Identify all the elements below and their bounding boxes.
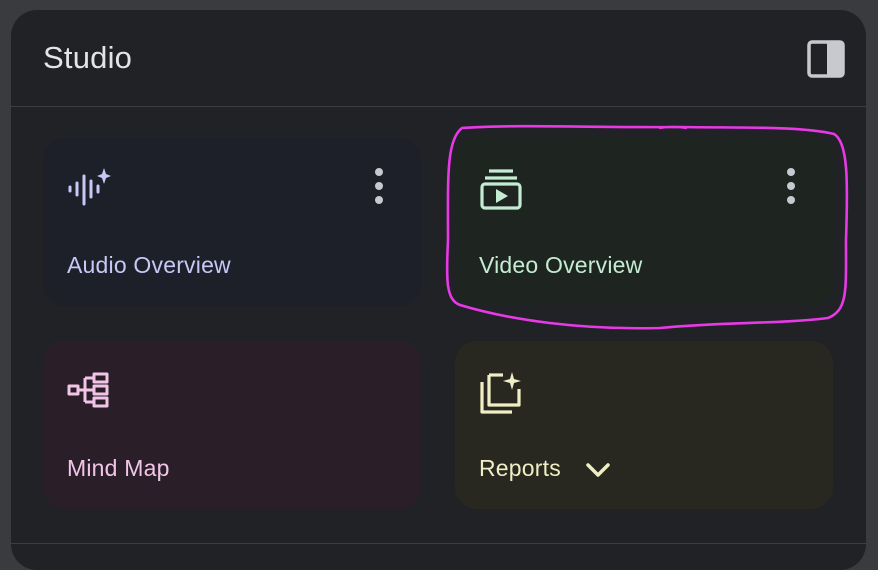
mind-map-card[interactable]: Mind Map — [43, 341, 421, 509]
video-overview-card[interactable]: Video Overview — [455, 138, 833, 306]
video-more-options-icon[interactable] — [779, 166, 803, 206]
video-play-icon — [480, 169, 522, 210]
studio-header: Studio — [11, 10, 866, 107]
audio-more-options-icon[interactable] — [367, 166, 391, 206]
mind-map-icon — [67, 372, 109, 408]
audio-overview-label: Audio Overview — [67, 252, 231, 278]
panel-toggle-icon[interactable] — [807, 40, 845, 78]
reports-label: Reports — [479, 455, 561, 481]
panel-title: Studio — [43, 40, 133, 75]
chevron-down-icon[interactable] — [583, 458, 613, 482]
studio-panel: Studio Audio Overview Video Overview Min… — [11, 10, 866, 570]
video-overview-label: Video Overview — [479, 252, 643, 278]
audio-overview-card[interactable]: Audio Overview — [43, 138, 421, 306]
reports-sparkle-icon — [480, 372, 521, 414]
audio-waveform-sparkle-icon — [68, 168, 111, 206]
bottom-divider — [11, 543, 866, 544]
reports-card[interactable]: Reports — [455, 341, 833, 509]
mind-map-label: Mind Map — [67, 455, 170, 481]
